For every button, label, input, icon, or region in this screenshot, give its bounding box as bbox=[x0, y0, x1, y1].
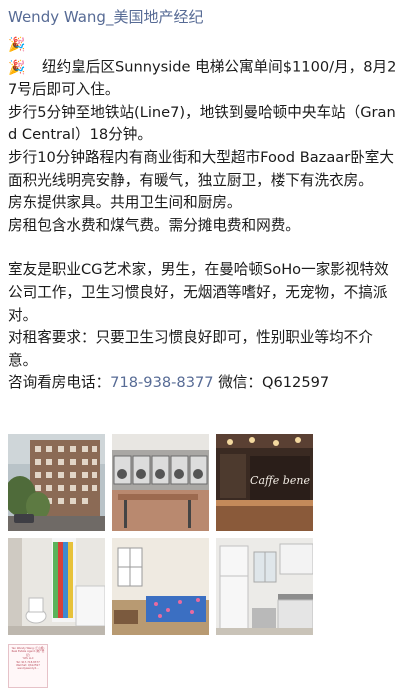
post-line-3: 步行10分钟路程内有商业街和大型超市Food Bazaar卧室大面积光线明亮安静… bbox=[8, 148, 394, 189]
laundry-room-photo[interactable] bbox=[112, 434, 209, 531]
contact-prefix: 咨询看房电话： bbox=[8, 374, 111, 392]
post-body: 🎉🎉 纽约皇后区Sunnyside 电梯公寓单间$1100/月，8月27号后即可入… bbox=[8, 34, 400, 395]
post-line-5: 房租包含水费和煤气费。需分摊电费和网费。 bbox=[8, 216, 300, 234]
business-card-image[interactable]: Yan Wendy Wang (王小姐) Real Estate Agent (… bbox=[8, 644, 48, 688]
apartment-building-photo[interactable] bbox=[8, 434, 105, 531]
phone-link[interactable]: 718-938-8377 bbox=[110, 374, 213, 391]
roommate-line-2: 对租客要求：只要卫生习惯良好即可，性别职业等均不介意。 bbox=[8, 329, 373, 369]
roommate-line-1: 室友是职业CG艺术家，男生，在曼哈顿SoHo一家影视特效公司工作，卫生习惯良好，… bbox=[8, 261, 389, 324]
party-popper-icon: 🎉🎉 bbox=[8, 37, 26, 76]
author-name[interactable]: Wendy Wang_美国地产经纪 bbox=[8, 6, 203, 27]
kitchen-photo[interactable] bbox=[216, 538, 313, 635]
contact-line: 咨询看房电话：718-938-8377 微信：Q612597 bbox=[8, 372, 400, 395]
wechat-label: 微信： bbox=[213, 374, 262, 392]
post-line-1: 🎉🎉 纽约皇后区Sunnyside 电梯公寓单间$1100/月，8月27号后即可入… bbox=[8, 34, 400, 102]
post-line-2: 步行5分钟至地铁站(Line7)，地铁到曼哈顿中央车站（Grand Centra… bbox=[8, 103, 396, 144]
card-line-6: wendywendy2... bbox=[17, 667, 39, 671]
wechat-id: Q612597 bbox=[261, 374, 330, 392]
caffe-bene-cafe-photo[interactable]: Caffe bene bbox=[216, 434, 313, 531]
post-line-4: 房东提供家具。共用卫生间和厨房。 bbox=[8, 194, 242, 212]
bathroom-photo[interactable] bbox=[8, 538, 105, 635]
cafe-sign-text: Caffe bene bbox=[250, 474, 310, 487]
bedroom-photo[interactable] bbox=[112, 538, 209, 635]
